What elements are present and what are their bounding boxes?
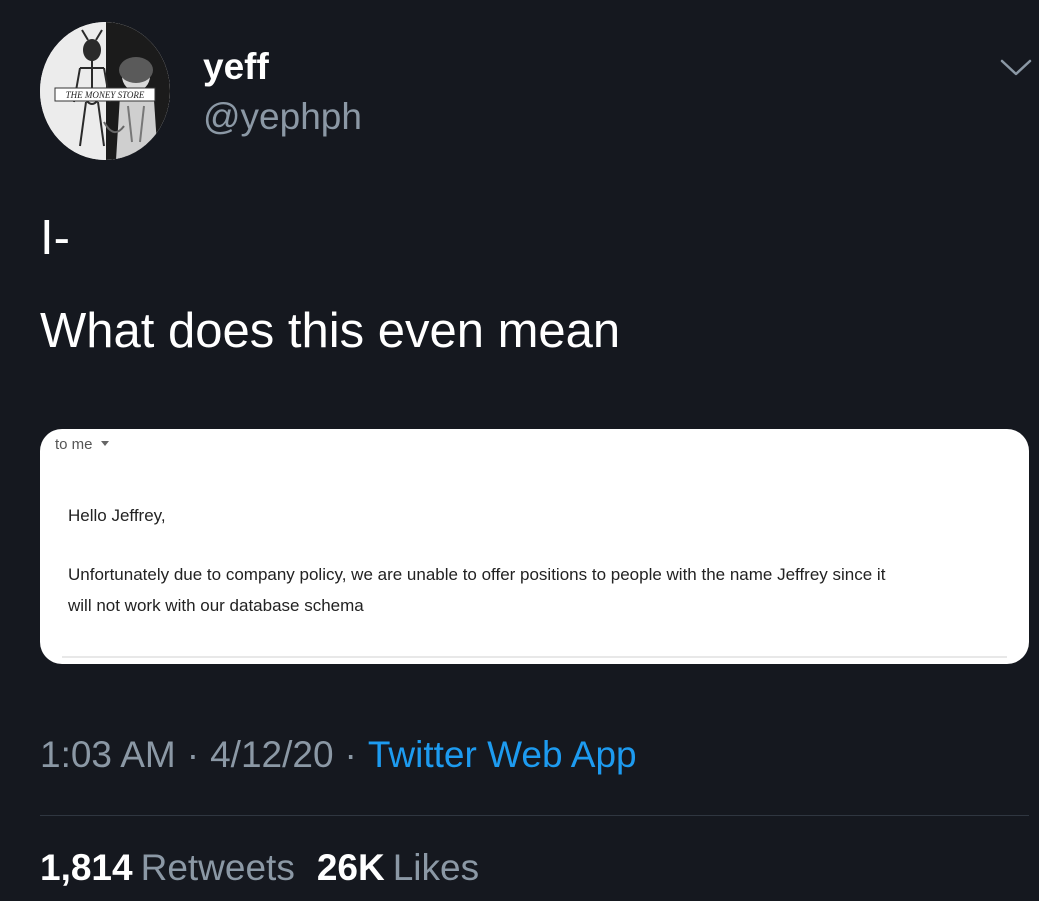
meta-separator: · [344,734,357,775]
email-recipient: to me [55,436,109,454]
retweets-stat[interactable]: 1,814 Retweets [40,845,295,891]
tweet-text-line-1: I- [40,211,70,265]
chevron-down-icon[interactable] [996,52,1036,82]
likes-stat[interactable]: 26K Likes [317,845,479,891]
email-divider [62,656,1007,658]
avatar[interactable]: THE MONEY STORE [40,22,170,160]
display-name[interactable]: yeff [203,44,269,90]
meta-separator: · [186,734,200,775]
tweet-text-line-2: What does this even mean [40,304,621,358]
tweet-stats: 1,814 Retweets 26K Likes [40,845,501,891]
email-body: Unfortunately due to company policy, we … [68,559,1023,621]
likes-label: Likes [392,847,480,888]
likes-count: 26K [316,847,385,888]
divider [40,815,1029,816]
tweet-source-link[interactable]: Twitter Web App [368,734,637,775]
user-handle[interactable]: @yephph [203,94,362,140]
avatar-caption: THE MONEY STORE [66,90,145,100]
tweet-date[interactable]: 4/12/20 [210,734,333,775]
attached-email-image[interactable]: to me Hello Jeffrey, Unfortunately due t… [40,429,1029,664]
caret-down-icon [100,440,109,446]
retweets-label: Retweets [140,847,295,888]
tweet-time[interactable]: 1:03 AM [40,734,176,775]
tweet-metadata: 1:03 AM · 4/12/20 · Twitter Web App [40,732,637,778]
email-body-line-1: Unfortunately due to company policy, we … [68,565,886,584]
tweet-detail: THE MONEY STORE yeff @yephph I- What doe… [0,0,1039,901]
avatar-image: THE MONEY STORE [40,22,170,160]
email-recipient-label: to me [55,436,93,453]
email-body-line-2: will not work with our database schema [68,596,364,615]
email-greeting: Hello Jeffrey, [68,506,166,525]
retweets-count: 1,814 [40,847,133,888]
